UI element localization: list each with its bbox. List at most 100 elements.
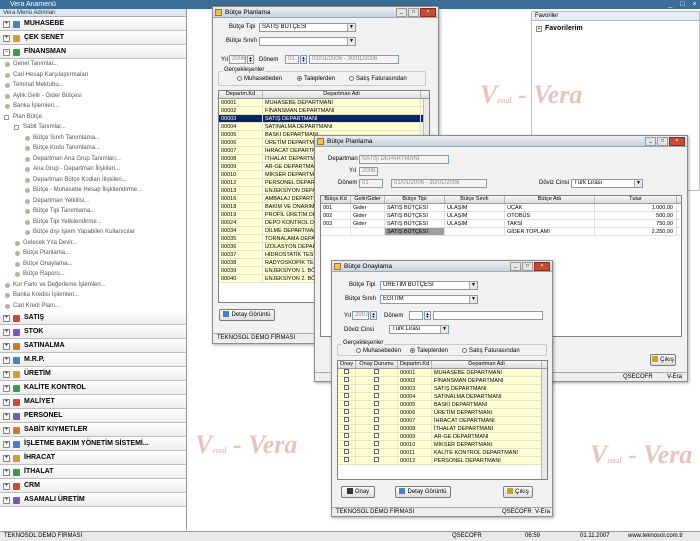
approve-checkbox[interactable] — [338, 393, 356, 400]
exit-button[interactable]: Çıkış — [650, 354, 676, 366]
menu-item[interactable]: Bütçe Tipi Yetkilendirme... — [0, 217, 186, 228]
approve-button[interactable]: Onay — [341, 486, 375, 498]
radio-sales-invoice[interactable]: Satış Faturasından — [349, 76, 407, 82]
maximize-icon[interactable]: □ — [408, 8, 419, 17]
menu-item[interactable]: Banka İşlemleri... — [0, 101, 186, 112]
expand-icon[interactable]: + — [3, 399, 10, 406]
expand-icon[interactable]: + — [3, 385, 10, 392]
table-row[interactable]: 00012 PERSONEL DEPARTMANI — [338, 457, 547, 465]
approve-checkbox[interactable] — [338, 377, 356, 384]
menu-item[interactable]: Bütçe Onaylama... — [0, 259, 186, 270]
table-row[interactable]: 00008 İTHALAT DEPARTMANI — [338, 425, 547, 433]
table-row[interactable]: 00003 SATIŞ DEPARTMANI — [219, 115, 429, 123]
column-header[interactable]: Onay Durumu — [356, 361, 398, 368]
close-icon[interactable]: × — [534, 262, 550, 271]
menu-item[interactable]: Cari Kredi Planı... — [0, 301, 186, 312]
status-checkbox[interactable] — [356, 369, 398, 376]
menu-item[interactable]: Bütçe Kodu Tanımlama... — [0, 143, 186, 154]
module-15[interactable]: + CRM — [0, 479, 186, 493]
module-2[interactable]: − FİNANSMAN — [0, 45, 186, 59]
close-icon[interactable]: × — [420, 8, 436, 17]
detail-view-button[interactable]: Detay Görüntü — [395, 486, 451, 498]
table-row[interactable]: 00002 FİNANSMAN DEPARTMANI — [338, 377, 547, 385]
budget-type-select[interactable]: ÜRETİM BÜTÇESİ ▼ — [380, 281, 478, 290]
exit-button[interactable]: Çıkış — [503, 486, 533, 498]
status-checkbox[interactable] — [356, 425, 398, 432]
menu-item[interactable]: Ana Grup - Departman İlişkileri... — [0, 164, 186, 175]
module-13[interactable]: + İHRACAT — [0, 451, 186, 465]
close-button[interactable]: × — [689, 0, 700, 9]
radio-accounting[interactable]: Muhasebeden — [356, 348, 401, 354]
grid-scrollbar[interactable] — [541, 369, 547, 479]
module-5[interactable]: + SATINALMA — [0, 339, 186, 353]
menu-item[interactable]: Plan Bütçe — [0, 112, 186, 123]
status-checkbox[interactable] — [356, 457, 398, 464]
approve-checkbox[interactable] — [338, 417, 356, 424]
expand-icon[interactable]: + — [3, 441, 10, 448]
favorites-item[interactable]: + Favorilerim — [532, 21, 699, 32]
approve-checkbox[interactable] — [338, 433, 356, 440]
budget-class-select[interactable]: ▼ — [259, 37, 356, 46]
expand-icon[interactable]: + — [3, 315, 10, 322]
menu-item[interactable]: Bütçe Tipi Tanımlama... — [0, 206, 186, 217]
currency-select[interactable]: Türk Lirası ▼ — [571, 179, 643, 188]
menu-item[interactable]: Teminat Mektubu... — [0, 80, 186, 91]
table-row[interactable]: 00001 MUHASEBE DEPARTMANI — [338, 369, 547, 377]
column-header[interactable]: Bütçe.Kd — [321, 196, 351, 203]
column-header[interactable]: Bütçe Tipi — [385, 196, 445, 203]
module-16[interactable]: + ASAMALI ÜRETİM — [0, 493, 186, 507]
menu-item[interactable]: Aylık Gelir - Gider Bütçesi — [0, 91, 186, 102]
table-row[interactable]: 00001 MUHASEBE DEPARTMANI — [219, 99, 429, 107]
approve-checkbox[interactable] — [338, 409, 356, 416]
module-12[interactable]: + İŞLETME BAKIM YÖNETİM SİSTEMİ... — [0, 437, 186, 451]
expand-icon[interactable]: + — [3, 413, 10, 420]
menu-item[interactable]: Bütçe dışı İşlem Yapabilen Kullanıcılar — [0, 227, 186, 238]
expand-icon[interactable]: + — [3, 427, 10, 434]
column-header[interactable]: Onay — [338, 361, 356, 368]
expand-icon[interactable]: + — [3, 329, 10, 336]
close-icon[interactable]: × — [669, 137, 685, 146]
maximize-icon[interactable]: □ — [657, 137, 668, 146]
menu-item[interactable]: Bütçe - Muhasebe Hesap İlişkilendirme... — [0, 185, 186, 196]
menu-item[interactable]: Banka Kredisi İşlemleri... — [0, 290, 186, 301]
menu-item[interactable]: Departman Bütçe Kodları İlişkileri... — [0, 175, 186, 186]
table-row[interactable]: 00002 FİNANSMAN DEPARTMANI — [219, 107, 429, 115]
column-header[interactable]: Tutar — [595, 196, 677, 203]
expand-icon[interactable]: + — [3, 343, 10, 350]
approve-checkbox[interactable] — [338, 385, 356, 392]
menu-item[interactable]: Departman Yetkilisi... — [0, 196, 186, 207]
table-row[interactable]: 00006 ÜRETİM DEPARTMANI — [338, 409, 547, 417]
module-4[interactable]: + STOK — [0, 325, 186, 339]
radio-requests[interactable]: Taleplerden — [410, 348, 448, 354]
status-checkbox[interactable] — [356, 377, 398, 384]
window-titlebar[interactable]: Bütçe Onaylama _ □ × — [332, 261, 552, 272]
year-spinner[interactable]: ▲ ▼ — [370, 311, 377, 320]
radio-requests[interactable]: Taleplerden — [297, 76, 335, 82]
table-row[interactable]: 002 Gider SATIŞ BÜTÇESİ ULAŞIM OTOBÜS 500,00 — [321, 212, 681, 220]
module-8[interactable]: + KALİTE KONTROL — [0, 381, 186, 395]
expand-icon[interactable]: + — [3, 35, 10, 42]
table-row[interactable]: 00005 BASKI DEPARTMANI — [338, 401, 547, 409]
expand-icon[interactable]: + — [3, 21, 10, 28]
status-checkbox[interactable] — [356, 409, 398, 416]
status-checkbox[interactable] — [356, 449, 398, 456]
column-header[interactable]: Departm.Kd — [219, 91, 263, 98]
expand-icon[interactable]: + — [3, 483, 10, 490]
expand-icon[interactable]: + — [3, 469, 10, 476]
menu-item[interactable]: Bütçe Raporu... — [0, 269, 186, 280]
minimize-button[interactable]: _ — [665, 0, 676, 9]
expand-icon[interactable]: + — [3, 455, 10, 462]
expand-icon[interactable]: + — [3, 497, 10, 504]
expand-icon[interactable] — [14, 125, 19, 130]
column-header[interactable]: Gelir/Gider — [351, 196, 385, 203]
period-spinner[interactable]: ▲ ▼ — [424, 311, 431, 320]
status-checkbox[interactable] — [356, 417, 398, 424]
menu-item[interactable]: Departman Ana Grup Tanımları... — [0, 154, 186, 165]
minimize-icon[interactable]: _ — [510, 262, 521, 271]
approve-checkbox[interactable] — [338, 449, 356, 456]
budget-class-select[interactable]: EĞİTİM ▼ — [380, 295, 478, 304]
approve-checkbox[interactable] — [338, 369, 356, 376]
table-row[interactable]: 00003 SATIŞ DEPARTMANI — [338, 385, 547, 393]
period-spinner[interactable]: ▲ ▼ — [300, 55, 307, 64]
status-checkbox[interactable] — [356, 393, 398, 400]
